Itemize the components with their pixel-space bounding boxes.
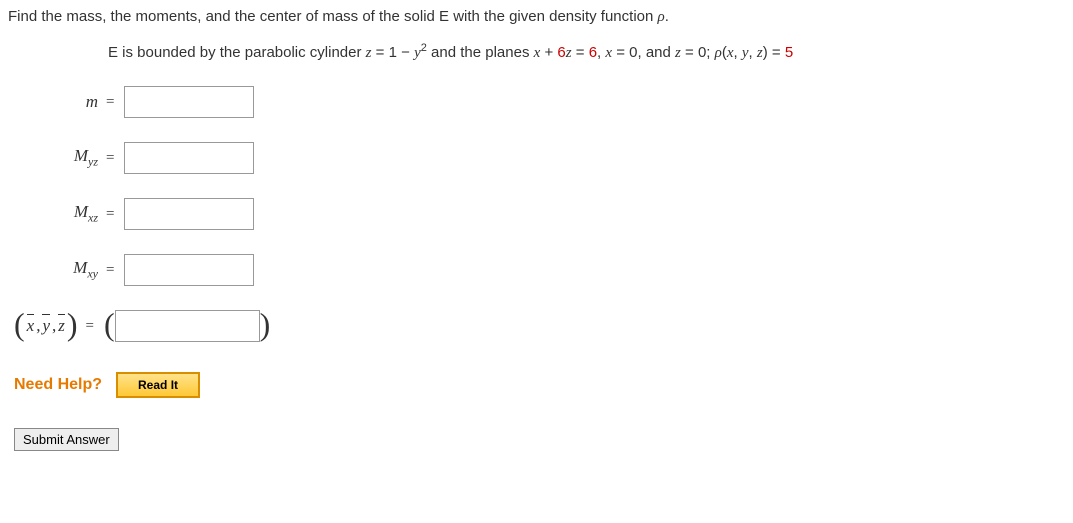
question-intro: Find the mass, the moments, and the cent… bbox=[8, 8, 1065, 26]
rho-symbol: ρ bbox=[658, 9, 665, 25]
cm-c1: , bbox=[36, 316, 40, 336]
intro-text: Find the mass, the moments, and the cent… bbox=[8, 8, 658, 25]
cm-c2: , bbox=[52, 316, 56, 336]
mxy-label: Mxy bbox=[38, 258, 98, 281]
zbar: z bbox=[58, 316, 65, 336]
eq2-coef: 6 bbox=[557, 44, 565, 61]
mass-row: m = bbox=[38, 86, 1065, 118]
desc-p1: E is bounded by the parabolic cylinder bbox=[108, 44, 366, 61]
mass-label: m bbox=[38, 92, 98, 112]
rho-val: 5 bbox=[785, 44, 793, 61]
mxy-m: M bbox=[73, 258, 87, 277]
eq1-mid: = 1 − bbox=[372, 44, 415, 61]
rho-c1: , bbox=[734, 44, 742, 61]
rho-c2: , bbox=[749, 44, 757, 61]
equals: = bbox=[106, 150, 114, 167]
mxy-row: Mxy = bbox=[38, 254, 1065, 286]
close-paren-1: ) bbox=[67, 308, 78, 340]
need-help-label: Need Help? bbox=[14, 376, 102, 394]
rho-fn: ρ bbox=[715, 45, 722, 61]
center-mass-row: ( x, y, z ) = ( ) bbox=[14, 310, 1065, 342]
equals: = bbox=[86, 318, 94, 335]
xbar: x bbox=[27, 316, 35, 336]
mxz-label: Mxz bbox=[38, 202, 98, 225]
eq2-plus: + bbox=[540, 44, 557, 61]
eq2-val: 6 bbox=[589, 44, 597, 61]
period: . bbox=[665, 8, 669, 25]
open-paren-1: ( bbox=[14, 308, 25, 340]
center-mass-label: ( x, y, z ) bbox=[14, 310, 78, 342]
eq3-rest: = 0, and bbox=[612, 44, 675, 61]
desc-p2: and the planes bbox=[427, 44, 534, 61]
read-it-button[interactable]: Read It bbox=[116, 372, 200, 398]
mxz-m: M bbox=[74, 202, 88, 221]
eq1-y: y bbox=[414, 45, 421, 61]
mxz-input[interactable] bbox=[124, 198, 254, 230]
rho-x: x bbox=[727, 45, 734, 61]
equals: = bbox=[106, 94, 114, 111]
need-help-row: Need Help? Read It bbox=[14, 372, 1065, 398]
rho-y: y bbox=[742, 45, 749, 61]
mxz-sub: xz bbox=[88, 211, 98, 225]
equals: = bbox=[106, 206, 114, 223]
mxz-row: Mxz = bbox=[38, 198, 1065, 230]
ybar: y bbox=[42, 316, 50, 336]
eq4-rest: = 0; bbox=[681, 44, 715, 61]
mxy-sub: xy bbox=[87, 267, 98, 281]
center-mass-input[interactable] bbox=[115, 310, 260, 342]
equals: = bbox=[106, 262, 114, 279]
myz-label: Myz bbox=[38, 146, 98, 169]
myz-row: Myz = bbox=[38, 142, 1065, 174]
eq2-eq: = bbox=[572, 44, 589, 61]
rho-eq: = bbox=[768, 44, 785, 61]
myz-input[interactable] bbox=[124, 142, 254, 174]
submit-answer-button[interactable]: Submit Answer bbox=[14, 428, 119, 451]
problem-description: E is bounded by the parabolic cylinder z… bbox=[108, 42, 1065, 62]
close-paren-2: ) bbox=[260, 308, 271, 340]
mxy-input[interactable] bbox=[124, 254, 254, 286]
myz-m: M bbox=[74, 146, 88, 165]
mass-input[interactable] bbox=[124, 86, 254, 118]
myz-sub: yz bbox=[88, 155, 98, 169]
open-paren-2: ( bbox=[104, 308, 115, 340]
